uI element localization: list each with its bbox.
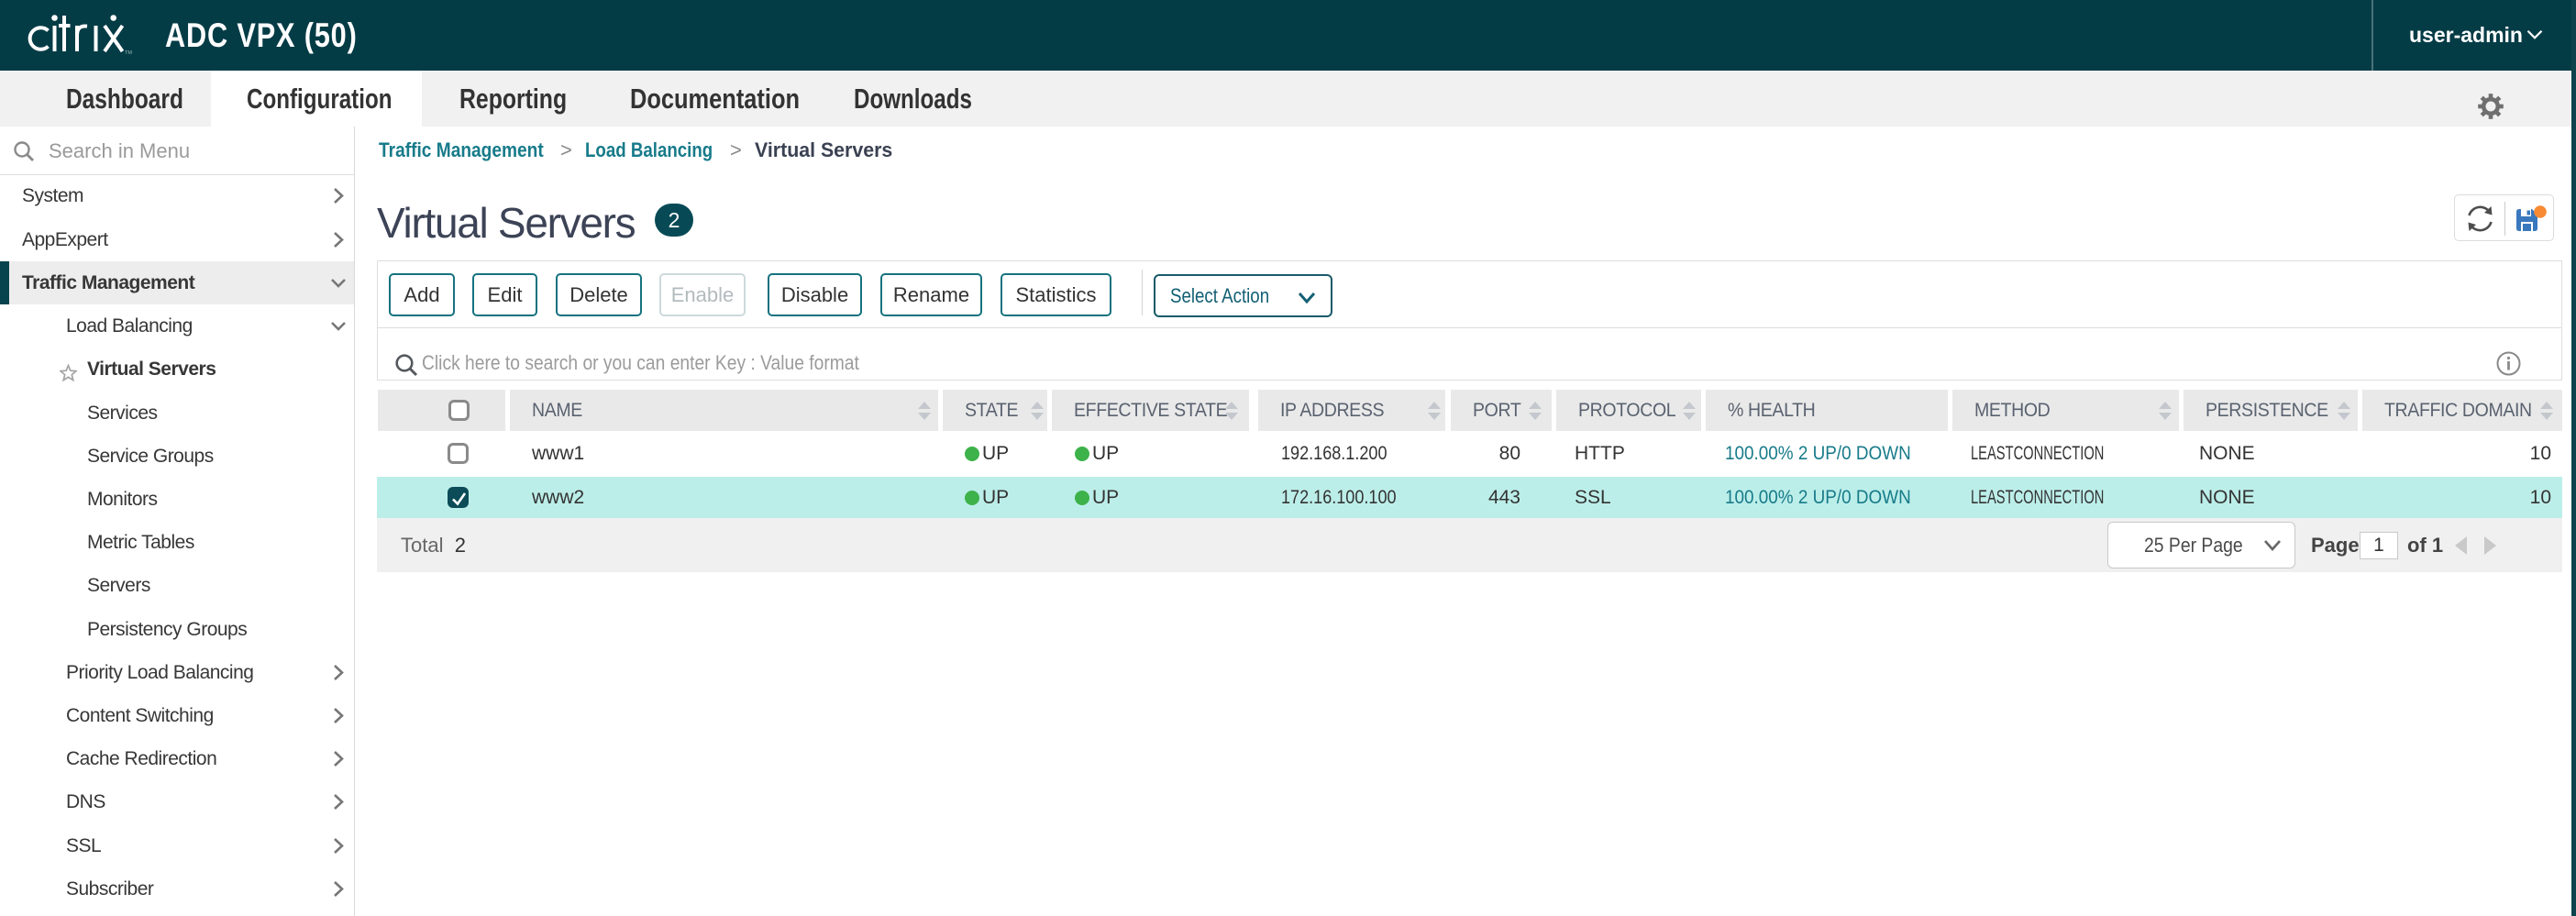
svg-text:TM: TM bbox=[125, 50, 132, 56]
